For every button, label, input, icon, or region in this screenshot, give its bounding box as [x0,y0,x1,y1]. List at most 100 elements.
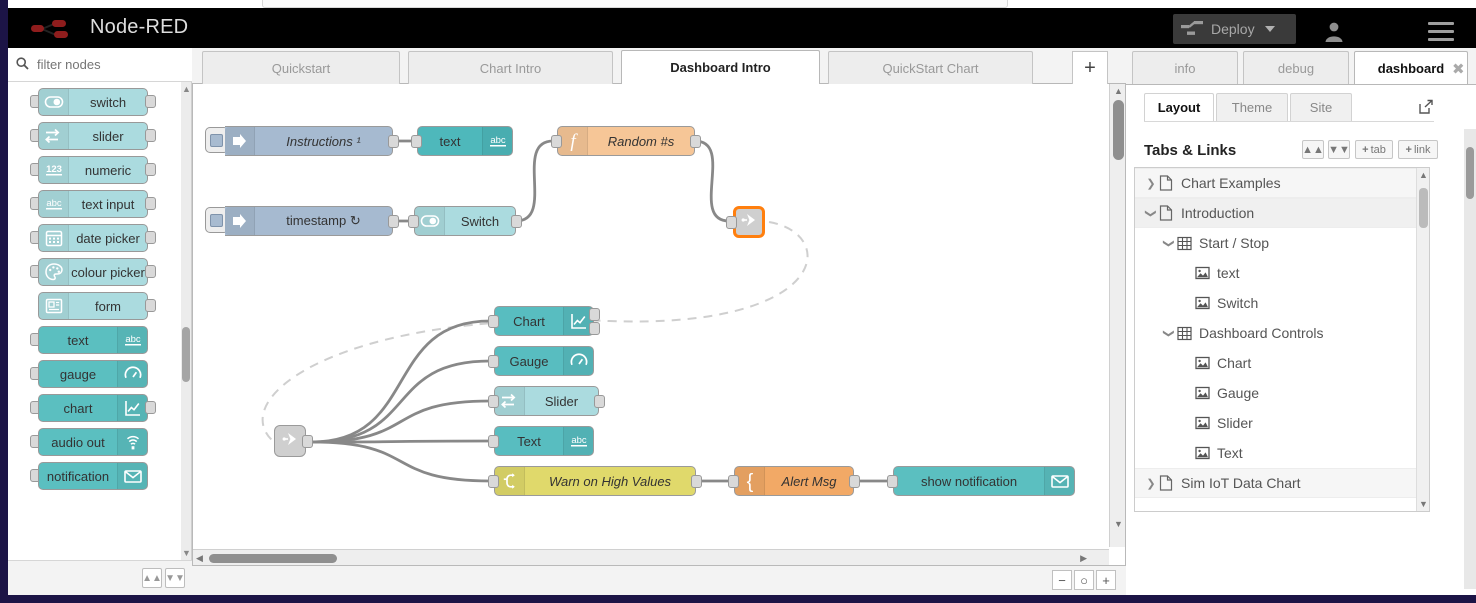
zoom-out-button[interactable]: − [1052,570,1072,590]
collapse-all-icon[interactable]: ▲▲ [142,568,162,588]
deploy-button[interactable]: Deploy [1173,14,1296,44]
palette-node-form[interactable]: form [30,292,156,320]
flow-tab-chart-intro[interactable]: Chart Intro [408,51,613,84]
add-tab-button[interactable]: + tab [1355,140,1393,159]
sidebar-scrollbar[interactable] [1464,129,1476,589]
sidebar-tab-debug[interactable]: debug [1243,51,1349,84]
palette-node-numeric[interactable]: 123 numeric [30,156,156,184]
flow-tab-quickstart-chart[interactable]: QuickStart Chart [828,51,1033,84]
expand-all-icon[interactable]: ▼▼ [1328,140,1350,159]
node-output-port[interactable] [589,308,600,321]
add-flow-tab-button[interactable]: + [1072,51,1108,84]
tree-item-start-stop[interactable]: ❯ Start / Stop [1135,228,1418,258]
chevron-right-icon[interactable]: ❯ [1143,177,1159,190]
canvas-hscroll-thumb[interactable] [209,554,337,563]
tree-item-switch[interactable]: Switch [1135,288,1418,318]
node-output-port[interactable] [145,163,156,176]
flow-node-notify[interactable]: show notification [893,466,1075,496]
hamburger-menu-icon[interactable] [1428,22,1454,42]
chevron-up-icon[interactable]: ▲ [1113,86,1124,96]
sidebar-scrollbar-thumb[interactable] [1466,147,1474,199]
tree-item-chart-examples[interactable]: ❯ Chart Examples [1135,168,1418,198]
flow-node-text-out[interactable]: text abc [417,126,513,156]
sidebar-tab-info[interactable]: info [1132,51,1238,84]
palette-node-switch[interactable]: switch [30,88,156,116]
chevron-down-icon[interactable]: ❯ [1163,235,1176,251]
node-port[interactable] [726,216,737,229]
node-output-port[interactable] [145,231,156,244]
flow-node-instructions[interactable]: Instructions ¹ [225,126,393,156]
node-input-port[interactable] [887,475,898,488]
flow-node-timestamp[interactable]: timestamp ↻ [225,206,393,236]
palette-scrollbar[interactable]: ▲ ▼ [181,82,191,560]
node-output-port[interactable] [388,215,399,228]
open-external-icon[interactable] [1418,99,1434,115]
tree-item-chart[interactable]: Chart [1135,348,1418,378]
palette-node-text-input[interactable]: abc text input [30,190,156,218]
browser-url-bar[interactable] [262,0,1008,8]
filter-nodes-input[interactable] [35,56,175,73]
flow-node-warn[interactable]: Warn on High Values [494,466,696,496]
flow-tab-quickstart[interactable]: Quickstart [202,51,400,84]
tree-item-dashboard-controls[interactable]: ❯ Dashboard Controls [1135,318,1418,348]
flow-node-text-node[interactable]: Text abc [494,426,594,456]
node-input-port[interactable] [411,135,422,148]
node-input-port[interactable] [488,395,499,408]
user-icon[interactable] [1322,20,1346,44]
node-output-port[interactable] [594,395,605,408]
inject-trigger-button[interactable] [205,207,227,233]
node-output-port[interactable] [145,299,156,312]
zoom-reset-button[interactable]: ○ [1074,570,1094,590]
tree-item-text[interactable]: Text [1135,438,1418,468]
tree-item-introduction[interactable]: ❯ Introduction [1135,198,1418,228]
flow-node-random[interactable]: f Random #s [557,126,695,156]
node-input-port[interactable] [408,215,419,228]
zoom-in-button[interactable]: + [1096,570,1116,590]
chevron-up-icon[interactable]: ▲ [182,84,191,94]
node-output-port[interactable] [145,129,156,142]
flow-node-alert[interactable]: {Alert Msg [734,466,854,496]
node-output-port[interactable] [511,215,522,228]
collapse-all-icon[interactable]: ▲▲ [1302,140,1324,159]
canvas-vertical-scrollbar[interactable]: ▲ ▼ [1109,84,1125,547]
canvas-horizontal-scrollbar[interactable]: ◀ ▶ [193,549,1109,565]
flow-canvas[interactable]: Instructions ¹ text abc f Random #s timestamp… [193,84,1109,547]
node-port[interactable] [302,435,313,448]
flow-node-chart-node[interactable]: Chart [494,306,594,336]
palette-node-text[interactable]: text abc [30,326,156,354]
node-output-port[interactable] [388,135,399,148]
flow-canvas-container[interactable]: Instructions ¹ text abc f Random #s timestamp… [192,84,1126,566]
palette-node-audio-out[interactable]: audio out [30,428,156,456]
add-link-button[interactable]: + link [1398,140,1438,159]
flow-node-switch-ui[interactable]: Switch [414,206,516,236]
palette-scrollbar-thumb[interactable] [182,327,190,382]
palette-node-date-picker[interactable]: date picker [30,224,156,252]
palette-node-chart[interactable]: chart [30,394,156,422]
inject-trigger-button[interactable] [205,127,227,153]
tree-scrollbar-thumb[interactable] [1419,188,1428,228]
dashboard-subtab-theme[interactable]: Theme [1216,93,1288,122]
palette-node-notification[interactable]: notification [30,462,156,490]
node-output-port[interactable] [589,322,600,335]
sidebar-tab-dashboard[interactable]: dashboard [1354,51,1468,84]
flow-tab-dashboard-intro[interactable]: Dashboard Intro [621,50,820,84]
node-input-port[interactable] [728,475,739,488]
dashboard-subtab-site[interactable]: Site [1290,93,1352,122]
expand-all-icon[interactable]: ▼▼ [165,568,185,588]
flow-node-link-out[interactable] [733,206,765,238]
node-output-port[interactable] [145,401,156,414]
flow-node-gauge-node[interactable]: Gauge [494,346,594,376]
canvas-vscroll-thumb[interactable] [1113,100,1124,160]
node-input-port[interactable] [488,315,499,328]
chevron-down-icon[interactable]: ❯ [1145,205,1158,221]
chevron-down-icon[interactable]: ❯ [1163,325,1176,341]
chevron-down-icon[interactable]: ▼ [1419,499,1428,509]
node-output-port[interactable] [145,265,156,278]
flow-node-slider-node[interactable]: Slider [494,386,599,416]
node-input-port[interactable] [488,355,499,368]
tree-scrollbar[interactable]: ▲ ▼ [1416,168,1429,511]
close-icon[interactable]: ✖ [1452,60,1465,78]
node-output-port[interactable] [690,135,701,148]
palette-node-slider[interactable]: slider [30,122,156,150]
tree-item-slider[interactable]: Slider [1135,408,1418,438]
